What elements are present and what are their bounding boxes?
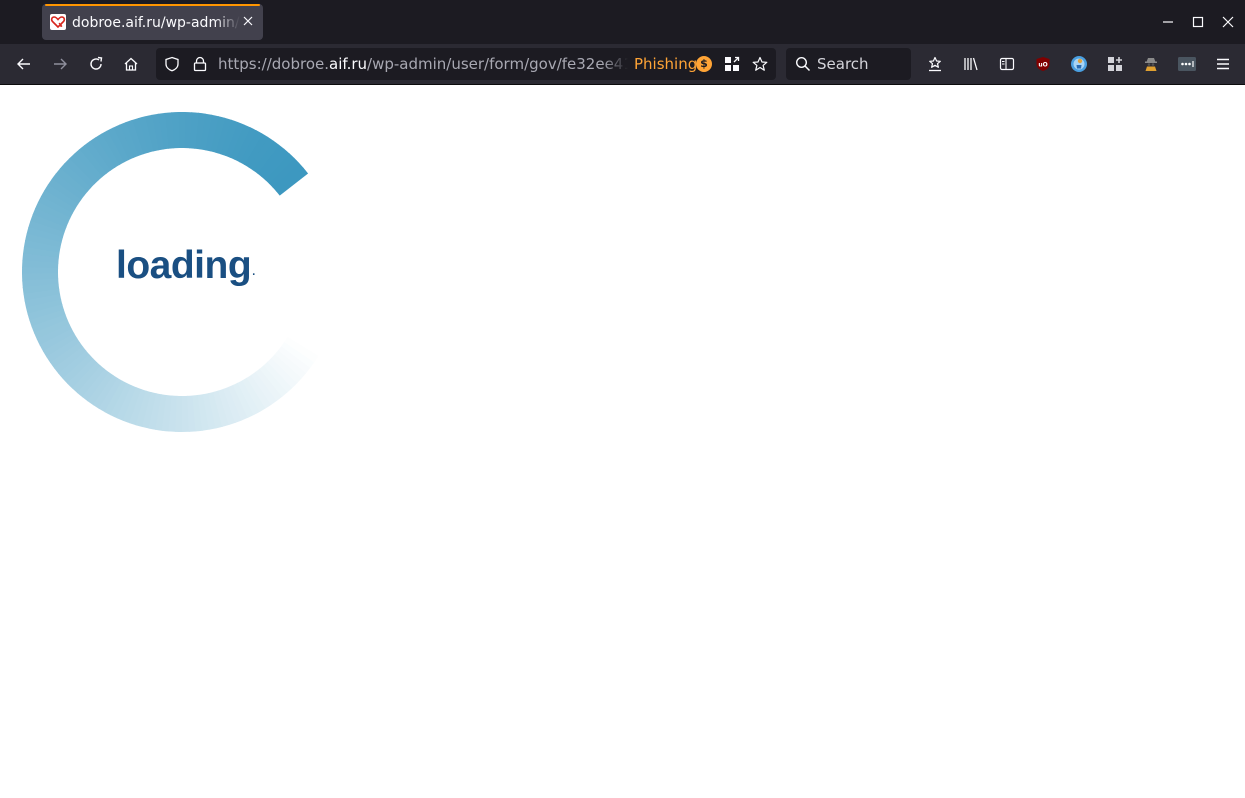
pocket-save-icon[interactable] [923, 52, 947, 76]
minimize-button[interactable] [1154, 8, 1182, 36]
tracking-protection-shield-icon[interactable] [164, 56, 180, 72]
url-bar[interactable]: https://dobroe.aif.ru/wp-admin/user/form… [156, 48, 776, 80]
search-icon [795, 56, 811, 72]
incognito-spy-icon[interactable] [1139, 52, 1163, 76]
url-input[interactable]: https://dobroe.aif.ru/wp-admin/user/form… [218, 48, 628, 80]
close-icon [243, 16, 253, 26]
url-host: aif.ru [329, 55, 368, 73]
maximize-icon [1192, 16, 1204, 28]
lock-icon[interactable] [192, 56, 208, 72]
loading-label: loading [116, 244, 252, 287]
back-arrow-icon [17, 58, 30, 70]
title-bar: dobroe.aif.ru/wp-admin/user/form/gov/fe3… [0, 0, 1245, 44]
svg-text:uO: uO [1038, 62, 1047, 69]
maximize-button[interactable] [1184, 8, 1212, 36]
forward-button[interactable] [46, 50, 74, 78]
reload-button[interactable] [82, 50, 110, 78]
cookie-autodelete-icon[interactable] [1067, 52, 1091, 76]
tab-title: dobroe.aif.ru/wp-admin/user/form/gov/fe3… [72, 15, 240, 31]
extensions-grid-icon[interactable] [1103, 52, 1127, 76]
library-icon[interactable] [959, 52, 983, 76]
sidebar-icon[interactable] [995, 52, 1019, 76]
bookmark-star-icon[interactable] [752, 56, 768, 72]
loading-dots: .. [244, 262, 259, 279]
forward-arrow-icon [54, 58, 67, 70]
page-action-grid-icon[interactable] [724, 56, 740, 72]
browser-tab[interactable]: dobroe.aif.ru/wp-admin/user/form/gov/fe3… [42, 4, 263, 40]
url-subdomain: dobroe. [271, 55, 330, 73]
home-icon [124, 57, 138, 71]
hamburger-menu-icon[interactable] [1211, 52, 1235, 76]
navigation-toolbar: https://dobroe.aif.ru/wp-admin/user/form… [0, 44, 1245, 85]
reload-icon [90, 56, 103, 70]
heart-favicon-icon [50, 14, 66, 30]
minimize-icon [1163, 21, 1173, 23]
tab-close-button[interactable] [239, 13, 257, 31]
password-manager-icon[interactable] [1175, 52, 1199, 76]
search-input[interactable]: Search [786, 48, 911, 80]
search-placeholder: Search [817, 55, 869, 73]
back-button[interactable] [10, 50, 38, 78]
ublock-origin-icon[interactable]: uO [1031, 52, 1055, 76]
url-path: /wp-admin/user/form/gov/fe32ee41f4 [367, 55, 628, 73]
dollar-badge-icon[interactable]: $ [696, 56, 712, 72]
close-window-button[interactable] [1214, 8, 1242, 36]
phishing-warning-label[interactable]: Phishing [634, 48, 697, 80]
tab-active-indicator [45, 4, 260, 6]
home-button[interactable] [117, 50, 145, 78]
url-scheme: https:// [218, 55, 272, 73]
close-icon [1222, 16, 1234, 28]
